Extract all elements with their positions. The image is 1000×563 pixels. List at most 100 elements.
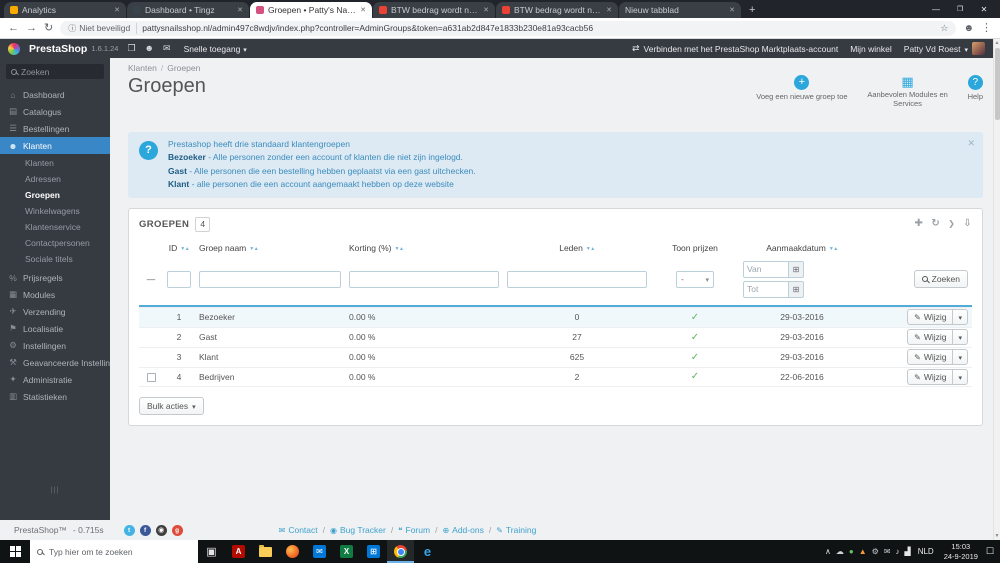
search-button[interactable]: Zoeken (913, 270, 968, 289)
footer-link-addons[interactable]: Add-ons (442, 525, 484, 535)
tab-close-icon[interactable] (114, 6, 120, 14)
column-header-leden[interactable]: Leden (503, 240, 651, 256)
action-center-icon[interactable] (986, 547, 994, 556)
browser-tab[interactable]: Nieuw tabblad (619, 2, 741, 18)
sidebar-item-verzending[interactable]: Verzending (0, 303, 110, 320)
tray-icon-volume[interactable]: ♪ (896, 547, 900, 556)
sidebar-item-bestellingen[interactable]: Bestellingen (0, 120, 110, 137)
table-row[interactable]: 1 Bezoeker 0.00 % 0 29-03-2016 Wijzig (139, 306, 972, 327)
taskbar-app-store[interactable]: ⊞ (360, 540, 387, 563)
panel-export-icon[interactable] (963, 219, 972, 229)
sidebar-item-statistieken[interactable]: Statistieken (0, 388, 110, 405)
browser-tab[interactable]: Dashboard • Tingz (127, 2, 249, 18)
footer-link-training[interactable]: Training (496, 525, 536, 535)
table-row[interactable]: 4 Bedrijven 0.00 % 2 22-06-2016 Wijzig (139, 366, 972, 387)
calendar-icon[interactable] (789, 280, 804, 298)
column-header-aanmaakdatum[interactable]: Aanmaakdatum (739, 240, 865, 256)
url-text[interactable]: pattysnailsshop.nl/admin497c8wdjv/index.… (142, 23, 935, 33)
star-icon[interactable] (940, 23, 948, 34)
browser-tab-active[interactable]: Groepen • Patty's Nails Shop (250, 2, 372, 18)
table-row[interactable]: 2 Gast 0.00 % 27 29-03-2016 Wijzig (139, 326, 972, 347)
submenu-item-klanten[interactable]: Klanten (0, 155, 110, 171)
sidebar-search-input[interactable] (21, 66, 91, 77)
bulk-actions-button[interactable]: Bulk acties (139, 396, 204, 415)
sort-icon[interactable] (829, 246, 838, 252)
edit-dropdown-caret[interactable] (952, 350, 967, 365)
taskbar-app-chrome[interactable] (387, 540, 414, 563)
row-checkbox[interactable] (146, 372, 156, 382)
reload-icon[interactable] (44, 23, 53, 34)
breadcrumb-groepen[interactable]: Groepen (167, 63, 200, 73)
tray-chevron-icon[interactable] (825, 548, 831, 556)
customers-notification-icon[interactable] (145, 44, 154, 53)
footer-link-bug-tracker[interactable]: Bug Tracker (330, 525, 386, 535)
edit-dropdown-caret[interactable] (952, 330, 967, 345)
scrollbar-thumb[interactable] (995, 48, 1000, 120)
tray-icon-status-green[interactable]: ● (849, 547, 854, 556)
browser-tab[interactable]: Analytics (4, 2, 126, 18)
tray-icon-status-orange[interactable]: ▲ (859, 547, 867, 556)
tab-close-icon[interactable] (606, 6, 612, 14)
forward-icon[interactable] (26, 23, 37, 34)
messages-notification-icon[interactable] (163, 44, 171, 53)
user-menu[interactable]: Patty Vd Roest (904, 42, 985, 55)
edit-dropdown-caret[interactable] (952, 369, 967, 384)
column-header-toon-prijzen[interactable]: Toon prijzen (651, 240, 739, 256)
tab-close-icon[interactable] (729, 6, 735, 14)
taskbar-app-mail[interactable]: ✉ (306, 540, 333, 563)
collapse-menu-icon[interactable] (0, 487, 110, 494)
tray-icon-network[interactable]: ▟ (905, 547, 911, 556)
sort-icon[interactable] (180, 246, 189, 252)
sidebar-item-klanten[interactable]: Klanten (0, 137, 110, 154)
select-all-control[interactable]: — (139, 274, 163, 284)
filter-members-input[interactable] (507, 270, 647, 288)
sidebar-item-administratie[interactable]: Administratie (0, 371, 110, 388)
submenu-item-adressen[interactable]: Adressen (0, 171, 110, 187)
tab-close-icon[interactable] (483, 6, 489, 14)
browser-tab[interactable]: BTW bedrag wordt niet meer we (496, 2, 618, 18)
tray-icon-mail[interactable]: ✉ (884, 547, 891, 556)
taskbar-app-explorer[interactable] (252, 540, 279, 563)
url-box[interactable]: Niet beveiligd pattysnailsshop.nl/admin4… (60, 20, 957, 36)
sidebar-item-catalogus[interactable]: Catalogus (0, 103, 110, 120)
scroll-up-icon[interactable] (994, 39, 1000, 47)
language-indicator[interactable]: NLD (916, 547, 936, 556)
marketplace-link[interactable]: Verbinden met het PrestaShop Marktplaats… (632, 43, 839, 54)
filter-discount-input[interactable] (349, 270, 499, 288)
footer-link-contact[interactable]: Contact (279, 525, 317, 535)
submenu-item-contactpersonen[interactable]: Contactpersonen (0, 235, 110, 251)
window-close-icon[interactable] (972, 0, 996, 18)
scrollbar[interactable] (993, 39, 1000, 540)
submenu-item-groepen[interactable]: Groepen (0, 187, 110, 203)
footer-link-forum[interactable]: Forum (398, 525, 431, 535)
tray-icon-settings[interactable]: ⚙ (872, 547, 879, 556)
sort-icon[interactable] (395, 246, 404, 252)
clock[interactable]: 15:03 24-9-2019 (941, 542, 981, 561)
sidebar-item-modules[interactable]: Modules (0, 286, 110, 303)
googleplus-icon[interactable] (171, 524, 183, 536)
info-icon[interactable] (68, 23, 76, 34)
panel-add-icon[interactable] (915, 219, 924, 229)
sidebar-item-instellingen[interactable]: Instellingen (0, 337, 110, 354)
calendar-icon[interactable] (789, 260, 804, 278)
sidebar-item-localisatie[interactable]: Localisatie (0, 320, 110, 337)
taskbar-app-edge[interactable]: e (414, 540, 441, 563)
submenu-item-sociale-titels[interactable]: Sociale titels (0, 251, 110, 267)
recommended-modules-button[interactable]: Aanbevolen Modules en Services (862, 75, 954, 108)
sidebar-item-dashboard[interactable]: Dashboard (0, 86, 110, 103)
instagram-icon[interactable] (155, 524, 167, 536)
quick-access-dropdown[interactable]: Snelle toegang (184, 44, 247, 54)
add-group-button[interactable]: Voeg een nieuwe groep toe (756, 75, 848, 102)
orders-notification-icon[interactable] (127, 44, 135, 53)
tab-close-icon[interactable] (360, 6, 366, 14)
taskbar-app-firefox[interactable] (279, 540, 306, 563)
edit-button[interactable]: Wijzig (907, 349, 968, 366)
submenu-item-klantenservice[interactable]: Klantenservice (0, 219, 110, 235)
panel-refresh-icon[interactable] (931, 219, 940, 229)
new-tab-icon[interactable] (742, 4, 762, 18)
help-button[interactable]: Help (968, 75, 983, 102)
footer-brand[interactable]: PrestaShop™ (14, 525, 67, 535)
sidebar-item-geavanceerde-instellingen[interactable]: Geavanceerde Instellingen (0, 354, 110, 371)
taskbar-app-acrobat[interactable]: A (225, 540, 252, 563)
filter-id-input[interactable] (167, 270, 191, 288)
